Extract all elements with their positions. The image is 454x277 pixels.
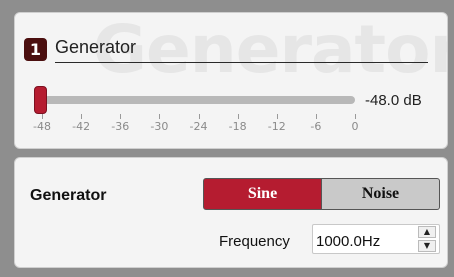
scale-tick (81, 114, 83, 119)
scale-tick-label: 0 (351, 120, 359, 133)
scale-tick (276, 114, 278, 119)
level-slider-handle[interactable] (34, 86, 47, 114)
frequency-spinner[interactable]: ▲ ▼ (418, 226, 436, 252)
scale-tick (315, 114, 317, 119)
scale-tick-label: -24 (189, 120, 208, 133)
scale-tick-label: -12 (267, 120, 286, 133)
down-arrow-icon[interactable]: ▼ (418, 240, 436, 252)
level-readout: -48.0 dB (365, 92, 422, 109)
scale-tick-label: -42 (72, 120, 91, 133)
scale-tick (120, 114, 122, 119)
scale-tick (198, 114, 200, 119)
scale-tick-label: -48 (33, 120, 51, 133)
frequency-label: Frequency (219, 233, 290, 250)
generator-label: Generator (30, 187, 107, 204)
up-arrow-icon[interactable]: ▲ (418, 226, 436, 238)
scale-tick (159, 114, 161, 119)
channel-number-badge: 1 (24, 38, 47, 61)
mode-sine-button[interactable]: Sine (203, 178, 322, 210)
scale-tick (237, 114, 239, 119)
mode-noise-button[interactable]: Noise (322, 178, 440, 210)
level-slider-track[interactable] (44, 96, 355, 104)
scale-tick-label: -36 (111, 120, 130, 133)
channel-name-field[interactable] (55, 33, 428, 63)
frequency-value[interactable]: 1000.0Hz (316, 233, 380, 250)
scale-tick-label: -6 (310, 120, 322, 133)
scale-tick (42, 114, 43, 119)
scale-tick-label: -30 (150, 120, 169, 133)
scale-tick (355, 114, 356, 119)
scale-tick-label: -18 (228, 120, 247, 133)
